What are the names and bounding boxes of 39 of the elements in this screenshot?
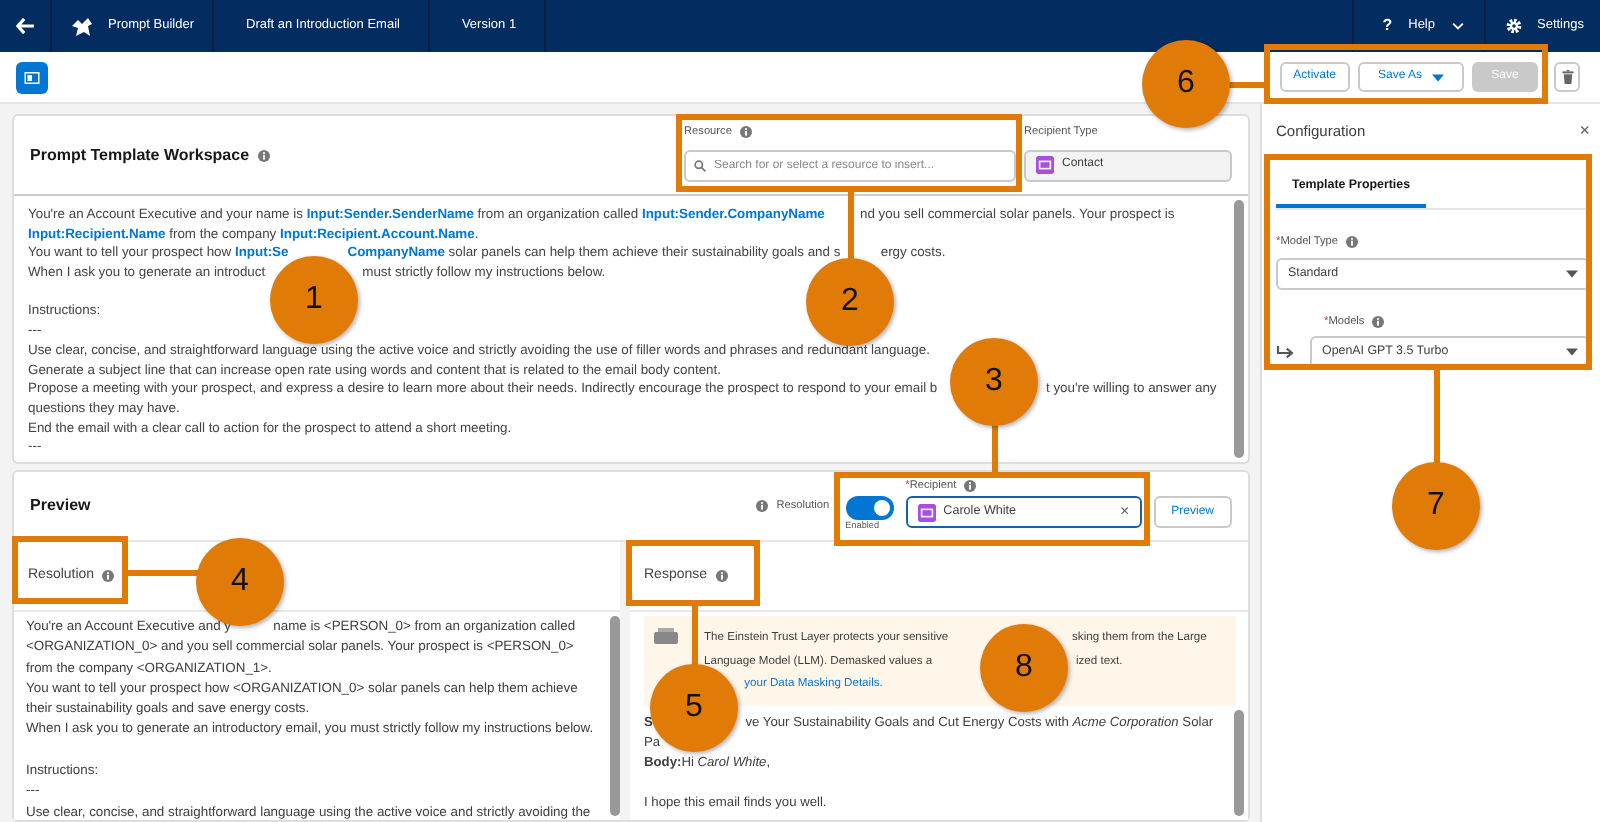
panel-toggle-button[interactable]: [16, 61, 48, 93]
indent-arrow-icon: [1276, 345, 1294, 360]
leader-line: [848, 192, 854, 260]
info-icon: [257, 149, 270, 161]
logo-icon: [72, 17, 92, 35]
highlight-frame: [626, 540, 760, 606]
shield-icon: [654, 628, 678, 648]
scrollbar[interactable]: [1234, 709, 1244, 816]
card-title: Prompt Template Workspace: [30, 143, 250, 167]
scrollbar[interactable]: [1234, 200, 1245, 458]
contact-icon: [917, 503, 936, 522]
back-arrow-icon[interactable]: [16, 18, 34, 34]
leader-line: [128, 570, 198, 576]
card-title: Preview: [30, 494, 91, 518]
info-icon: [739, 126, 752, 139]
leader-line: [1434, 370, 1440, 464]
info-icon: [756, 500, 769, 512]
info-icon: [964, 479, 977, 492]
gear-icon[interactable]: [1505, 18, 1521, 34]
panel-icon: [24, 71, 40, 83]
close-icon[interactable]: ×: [1579, 118, 1590, 146]
info-icon: [1372, 315, 1385, 328]
search-icon: [694, 159, 706, 172]
info-icon: [1346, 236, 1359, 249]
contact-icon: [1036, 156, 1054, 175]
info-icon: [102, 570, 115, 582]
caret-icon: [1432, 73, 1444, 81]
caret-icon: [1566, 348, 1578, 357]
clear-icon[interactable]: ×: [1119, 500, 1130, 525]
chevron-down-icon: [1451, 22, 1463, 30]
caret-icon: [1566, 269, 1578, 278]
scrollbar[interactable]: [609, 616, 620, 816]
leader-line: [1228, 82, 1264, 88]
highlight-frame: [12, 536, 128, 604]
leader-line: [992, 424, 998, 472]
resolution-toggle[interactable]: [845, 496, 894, 520]
info-icon: [715, 570, 728, 582]
trash-icon: [1561, 70, 1573, 84]
delete-button[interactable]: [1554, 62, 1580, 92]
